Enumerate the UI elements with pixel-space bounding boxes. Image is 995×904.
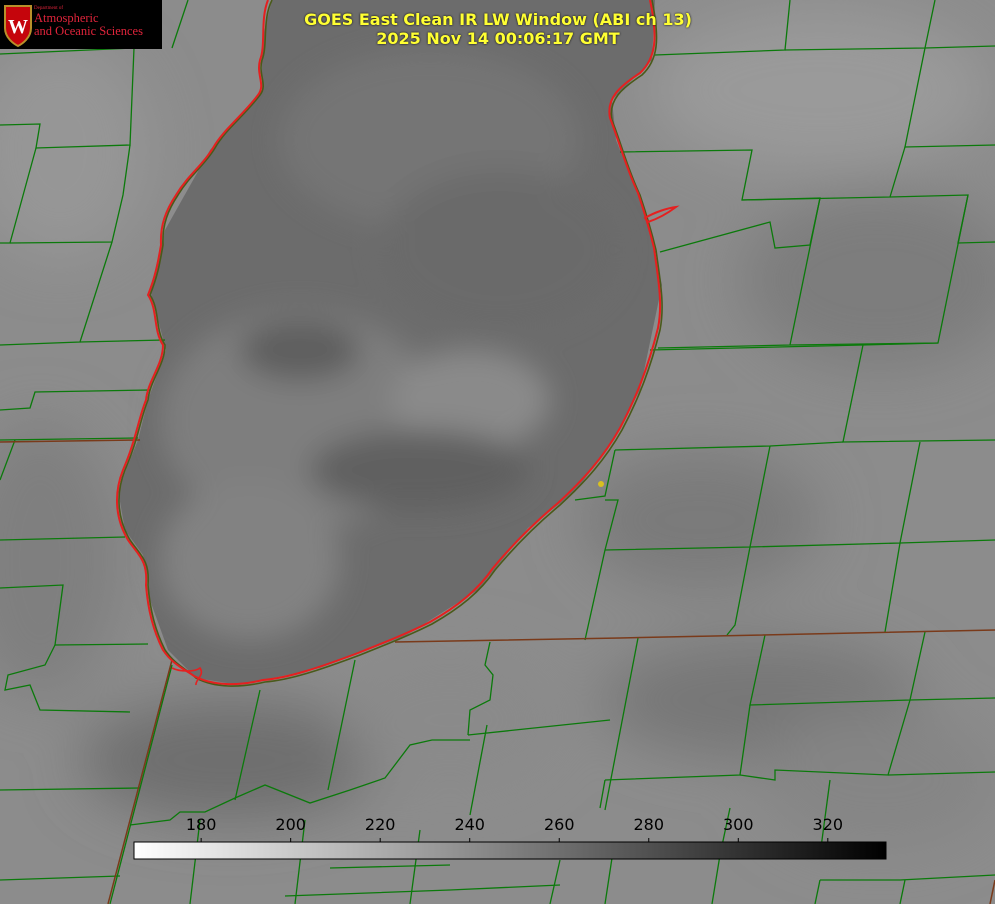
colorbar-tick-label: 260: [544, 815, 575, 834]
svg-text:W: W: [8, 16, 28, 38]
uw-aos-logo: W Department of Atmospheric and Oceanic …: [0, 0, 162, 49]
logo-text: Department of Atmospheric and Oceanic Sc…: [34, 6, 143, 39]
colorbar-tick-label: 320: [813, 815, 844, 834]
location-marker: [598, 481, 604, 487]
colorbar-tick-label: 200: [275, 815, 306, 834]
image-title: GOES East Clean IR LW Window (ABI ch 13)…: [248, 10, 748, 48]
colorbar-tick-label: 240: [454, 815, 485, 834]
colorbar-tick-label: 180: [186, 815, 217, 834]
colorbar-tick-label: 300: [723, 815, 754, 834]
colorbar-gradient: [133, 841, 887, 860]
title-timestamp: 2025 Nov 14 00:06:17 GMT: [376, 29, 620, 48]
ir-satellite-map: 180 200 220 240 260 280 300 320: [0, 0, 995, 904]
colorbar-tick-label: 220: [365, 815, 396, 834]
logo-line2: and Oceanic Sciences: [34, 24, 143, 39]
satellite-image-viewer: 180 200 220 240 260 280 300 320 W Department of…: [0, 0, 995, 904]
uw-crest-icon: W: [4, 5, 32, 48]
colorbar-tick-label: 280: [633, 815, 664, 834]
title-product: GOES East Clean IR LW Window (ABI ch 13): [304, 10, 692, 29]
